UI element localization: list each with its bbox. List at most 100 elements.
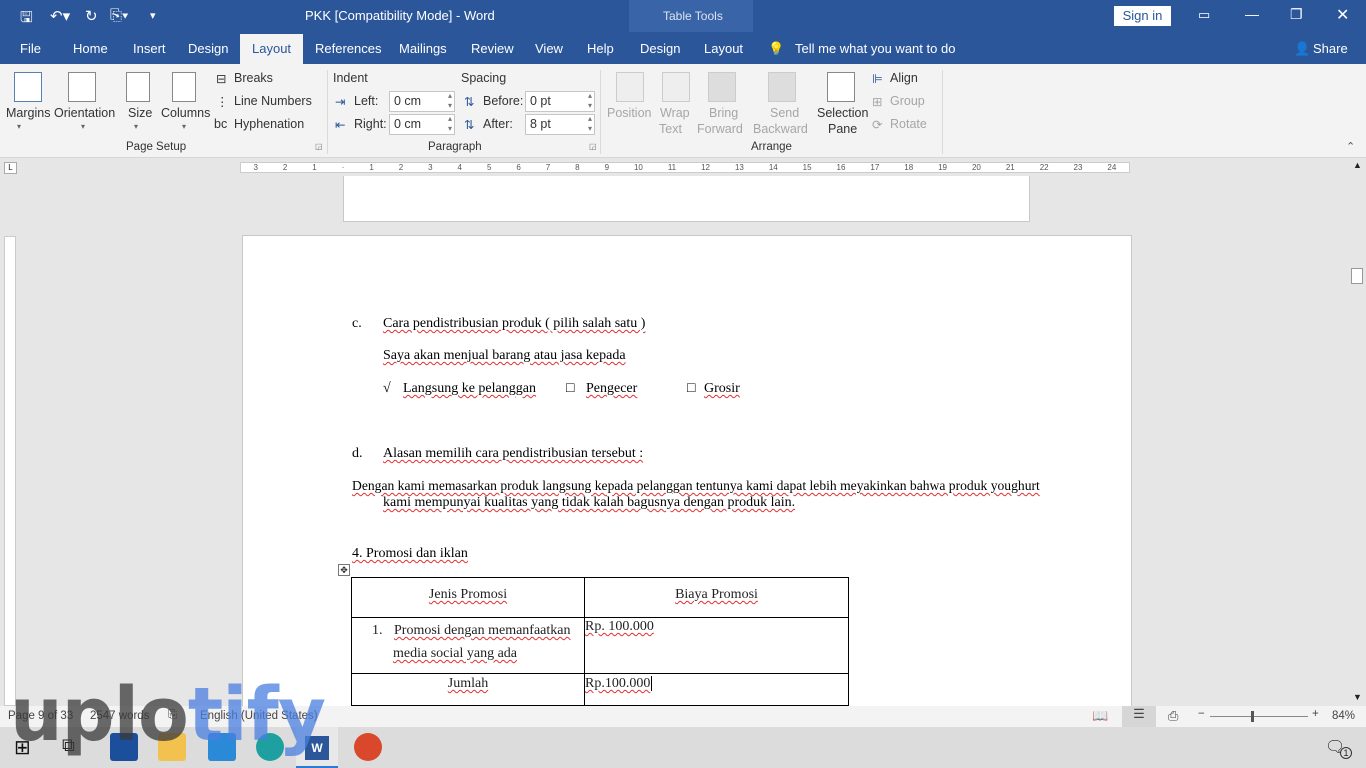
tab-insert[interactable]: Insert xyxy=(133,41,166,56)
paragraph-launcher-icon[interactable]: ◲ xyxy=(589,142,597,151)
ruler-tick: 17 xyxy=(870,163,880,172)
margins-button[interactable]: Margins xyxy=(6,106,50,120)
tab-layout[interactable]: Layout xyxy=(240,34,304,64)
ruler-tick: 2 xyxy=(398,163,404,172)
ruler-tick: 8 xyxy=(575,163,580,172)
tab-mailings[interactable]: Mailings xyxy=(399,41,447,56)
scroll-down-icon[interactable]: ▼ xyxy=(1353,692,1362,702)
zoom-level[interactable]: 84% xyxy=(1332,710,1355,722)
zoom-out-button[interactable]: − xyxy=(1198,708,1205,720)
tab-view[interactable]: View xyxy=(535,41,563,56)
arrange-group-label: Arrange xyxy=(751,141,792,153)
selection-pane-button-line2[interactable]: Pane xyxy=(828,122,857,136)
tab-help[interactable]: Help xyxy=(587,41,614,56)
tab-table-design[interactable]: Design xyxy=(640,41,680,56)
zoom-slider-thumb[interactable] xyxy=(1251,711,1255,722)
ruler-tick: 16 xyxy=(836,163,846,172)
spacing-before-input[interactable]: 0 pt xyxy=(525,91,595,112)
ruler-tick: 15 xyxy=(802,163,812,172)
rotate-button[interactable]: Rotate xyxy=(890,117,927,131)
ruler-tick: 23 xyxy=(1073,163,1083,172)
bring-forward-button[interactable]: Bring xyxy=(709,106,738,120)
indent-left-input[interactable]: 0 cm xyxy=(389,91,455,112)
zoom-in-button[interactable]: + xyxy=(1312,708,1319,720)
hyphenation-button[interactable]: Hyphenation xyxy=(234,117,304,131)
ruler-tick: 22 xyxy=(1039,163,1049,172)
table-header: Biaya Promosi xyxy=(584,577,849,618)
wrap-text-button[interactable]: Wrap xyxy=(660,106,690,120)
selection-pane-icon xyxy=(827,72,855,102)
collapse-ribbon-icon[interactable]: ⌃ xyxy=(1346,140,1355,153)
scroll-thumb[interactable] xyxy=(1351,268,1363,284)
table-header: Jenis Promosi xyxy=(351,577,585,618)
tab-review[interactable]: Review xyxy=(471,41,514,56)
position-icon xyxy=(616,72,644,102)
web-layout-icon[interactable]: ⎙ xyxy=(1168,708,1178,724)
table-cell[interactable]: Rp.100.000​ xyxy=(584,673,849,706)
breaks-button[interactable]: Breaks xyxy=(234,71,273,85)
line-numbers-icon: ⋮ xyxy=(216,95,229,109)
spacing-after-label: After: xyxy=(483,117,513,131)
table-cell[interactable]: Rp. 100.000 xyxy=(584,617,849,674)
position-button[interactable]: Position xyxy=(607,106,651,120)
zoom-slider[interactable] xyxy=(1210,716,1308,717)
sign-in-button[interactable]: Sign in xyxy=(1114,6,1171,26)
columns-button[interactable]: Columns xyxy=(161,106,210,120)
print-layout-icon[interactable]: ☰ xyxy=(1122,706,1156,727)
indent-right-input[interactable]: 0 cm xyxy=(389,114,455,135)
group-button[interactable]: Group xyxy=(890,94,925,108)
row-number: 1. xyxy=(372,623,383,638)
orientation-button[interactable]: Orientation xyxy=(54,106,115,120)
line-numbers-button[interactable]: Line Numbers xyxy=(234,94,312,108)
tab-design[interactable]: Design xyxy=(188,41,228,56)
tab-selector-icon[interactable]: L xyxy=(4,162,17,174)
size-button[interactable]: Size xyxy=(128,106,152,120)
tab-home[interactable]: Home xyxy=(73,41,108,56)
promo-item-line1: Promosi dengan memanfaatkan xyxy=(394,623,571,638)
touch-mode-icon[interactable]: ⎘▾ xyxy=(110,7,128,24)
chevron-down-icon: ▾ xyxy=(134,122,139,131)
ruler-tick: 14 xyxy=(768,163,778,172)
tell-me-search[interactable]: Tell me what you want to do xyxy=(795,41,955,56)
tab-references[interactable]: References xyxy=(315,41,381,56)
send-backward-button[interactable]: Send xyxy=(770,106,799,120)
send-backward-button-line2[interactable]: Backward xyxy=(753,122,808,136)
tab-table-layout[interactable]: Layout xyxy=(704,41,743,56)
hyphenation-icon: bc xyxy=(214,117,228,131)
bring-forward-button-line2[interactable]: Forward xyxy=(697,122,743,136)
bring-forward-icon xyxy=(708,72,736,102)
tab-file[interactable]: File xyxy=(20,41,41,56)
align-button[interactable]: Align xyxy=(890,71,918,85)
scroll-up-icon[interactable]: ▲ xyxy=(1353,160,1362,170)
close-button[interactable]: ✕ xyxy=(1336,5,1349,25)
read-mode-icon[interactable]: 📖 xyxy=(1092,708,1108,724)
horizontal-ruler[interactable]: 3 2 1 · 1 2 3 4 5 6 7 8 9 10 11 12 13 14 15 16 17 18 19 20 21 22 2… xyxy=(240,162,1130,173)
share-button[interactable]: Share xyxy=(1313,41,1348,56)
table-total-row[interactable]: Jumlah Rp.100.000​ xyxy=(351,673,849,706)
wrap-text-button-line2[interactable]: Text xyxy=(659,122,682,136)
vertical-scrollbar[interactable]: ▲ ▼ xyxy=(1348,158,1366,706)
redo-icon[interactable]: ↻ xyxy=(85,7,98,25)
ruler-tick: 13 xyxy=(734,163,744,172)
undo-icon[interactable]: ↶▾ xyxy=(50,7,70,25)
table-row[interactable]: 1. Promosi dengan memanfaatkan media soc… xyxy=(351,617,849,674)
list-marker-c: c. xyxy=(352,316,362,331)
ribbon-display-icon[interactable]: ▭ xyxy=(1198,7,1210,23)
spacing-after-input[interactable]: 8 pt xyxy=(525,114,595,135)
promo-item-line2: media social yang ada xyxy=(393,646,518,661)
save-icon[interactable]: 🖫 xyxy=(20,7,33,32)
table-cell[interactable]: 1. Promosi dengan memanfaatkan media soc… xyxy=(351,617,585,674)
minimize-button[interactable]: — xyxy=(1245,6,1259,22)
section-heading: 4. Promosi dan iklan xyxy=(352,546,468,561)
selection-pane-button[interactable]: Selection xyxy=(817,106,868,120)
indent-label: Indent xyxy=(333,71,368,85)
page-setup-launcher-icon[interactable]: ◲ xyxy=(315,142,323,151)
option-wholesale: Grosir xyxy=(704,381,740,396)
table-cell[interactable]: Jumlah xyxy=(351,673,585,706)
table-move-handle-icon[interactable]: ✥ xyxy=(338,564,350,576)
snipping-tool-icon[interactable] xyxy=(354,733,382,761)
restore-button[interactable]: ❐ xyxy=(1290,6,1303,23)
send-backward-icon xyxy=(768,72,796,102)
vertical-ruler[interactable] xyxy=(4,236,16,706)
customize-qat-button[interactable]: ▾ xyxy=(150,9,156,22)
